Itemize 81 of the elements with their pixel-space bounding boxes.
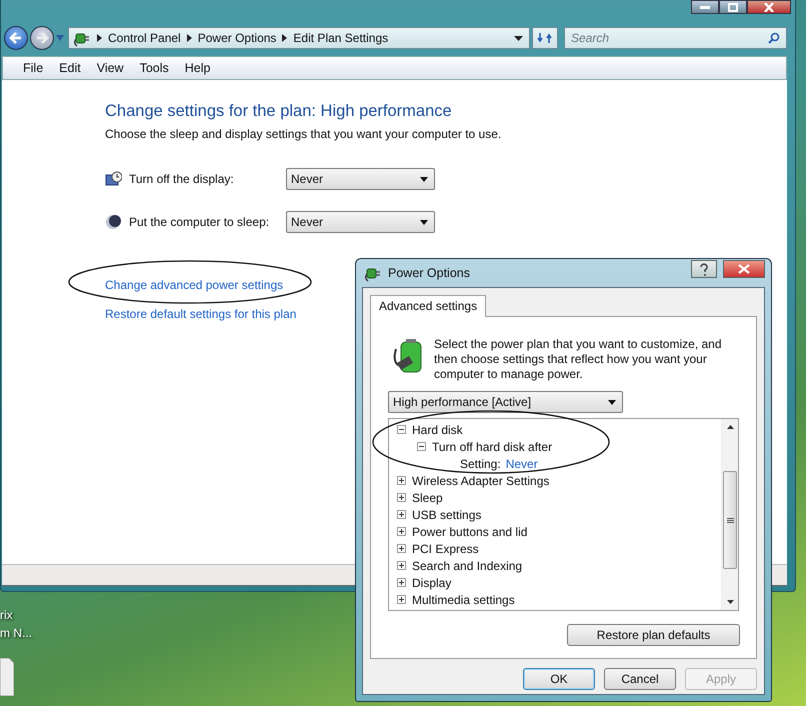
setting-dropdown[interactable]: Never: [286, 211, 435, 233]
setting-label: Put the computer to sleep:: [129, 215, 270, 229]
help-icon: [699, 262, 709, 276]
tab[interactable]: Advanced settings: [370, 295, 486, 317]
plan-dropdown[interactable]: High performance [Active]: [388, 391, 623, 413]
close-icon: [764, 2, 774, 12]
tree-item[interactable]: Power buttons and lid: [412, 524, 528, 538]
plus-icon[interactable]: [397, 578, 406, 587]
link[interactable]: Change advanced power settings: [105, 278, 284, 292]
dropdown-arrow-icon: [608, 400, 616, 404]
breadcrumb-link[interactable]: Edit Plan Settings: [293, 31, 388, 45]
dialog-button[interactable]: Cancel: [604, 668, 676, 690]
chevron-icon: [186, 34, 192, 42]
breadcrumb-link[interactable]: Control Panel: [108, 31, 181, 45]
dialog-title: Power Options: [388, 266, 470, 280]
menu-item[interactable]: File: [15, 61, 52, 75]
moon-icon: [105, 214, 122, 230]
dropdown-arrow-icon: [420, 176, 428, 182]
minus-icon[interactable]: [397, 425, 406, 434]
plus-icon[interactable]: [397, 595, 406, 604]
page-subtitle: Choose the sleep and display settings that you want your computer to use.: [105, 127, 502, 141]
maximize-button[interactable]: [719, 0, 747, 14]
dropdown-arrow-icon: [514, 36, 523, 40]
breadcrumb-link[interactable]: Power Options: [198, 31, 276, 45]
plus-icon[interactable]: [397, 544, 406, 553]
page-heading: Change settings for the plan: High performance: [105, 102, 453, 121]
minimize-button[interactable]: [691, 0, 719, 14]
tree-item[interactable]: Display: [412, 576, 452, 590]
clock-monitor-icon: [105, 171, 122, 187]
minus-icon[interactable]: [417, 442, 426, 451]
menu-item[interactable]: Edit: [51, 61, 89, 75]
grip-icon: [726, 518, 734, 522]
setting-label: Turn off the display:: [129, 172, 235, 186]
tree-item[interactable]: Turn off hard disk after: [432, 440, 552, 454]
tree-item[interactable]: Wireless Adapter Settings: [412, 474, 550, 488]
refresh-icon: [537, 31, 553, 45]
document-icon: [0, 658, 14, 696]
tree-item[interactable]: USB settings: [412, 508, 482, 522]
close-button[interactable]: [723, 260, 765, 278]
search-field[interactable]: Search: [564, 27, 787, 49]
chevron-icon: [97, 34, 102, 42]
tree-item[interactable]: Multimedia settings: [412, 592, 515, 606]
maximize-icon: [728, 2, 738, 12]
minimize-icon: [700, 6, 710, 8]
plus-icon[interactable]: [397, 561, 406, 570]
plus-icon[interactable]: [397, 527, 406, 536]
link[interactable]: Restore default settings for this plan: [105, 307, 296, 321]
dropdown-arrow-icon: [420, 220, 428, 224]
desktop-icon-label[interactable]: rix m N...: [0, 606, 32, 642]
back-button[interactable]: [4, 26, 28, 50]
refresh-button[interactable]: [532, 27, 558, 49]
forward-button[interactable]: [30, 26, 54, 50]
tree-item[interactable]: Search and Indexing: [412, 558, 522, 572]
tree-item[interactable]: Hard disk: [412, 422, 463, 436]
plus-icon[interactable]: [397, 493, 406, 502]
help-button[interactable]: [691, 260, 717, 278]
search-icon: [768, 32, 780, 44]
close-icon: [738, 264, 750, 274]
dialog-description: Select the power plan that you want to customize, and then choose settings that reflect how you want your computer to manage power.: [434, 337, 723, 383]
right-arrow-icon: [34, 30, 50, 46]
up-arrow-icon: [726, 425, 734, 429]
setting-label: Setting:: [460, 456, 501, 470]
menu-item[interactable]: Tools: [132, 61, 177, 75]
menu-item[interactable]: Help: [176, 61, 218, 75]
setting-value-link[interactable]: Never: [506, 456, 538, 470]
address-bar[interactable]: Control Panel Power Options Edit Plan Settings: [68, 27, 530, 49]
down-arrow-icon: [726, 600, 734, 604]
menu-item[interactable]: View: [88, 61, 132, 75]
tree-item[interactable]: Sleep: [412, 490, 443, 504]
dialog-button[interactable]: OK: [523, 668, 595, 690]
plus-icon[interactable]: [397, 510, 406, 519]
scrollbar[interactable]: [721, 419, 738, 610]
scrollbar-thumb[interactable]: [723, 471, 737, 569]
setting-dropdown[interactable]: Never: [286, 168, 435, 190]
left-arrow-icon: [8, 30, 24, 46]
plus-icon[interactable]: [397, 476, 406, 485]
dropdown-arrow-icon: [56, 35, 64, 41]
tree-item[interactable]: PCI Express: [412, 542, 479, 556]
close-button[interactable]: [747, 0, 791, 14]
restore-defaults-button[interactable]: Restore plan defaults: [567, 624, 740, 646]
chevron-icon: [282, 34, 288, 42]
